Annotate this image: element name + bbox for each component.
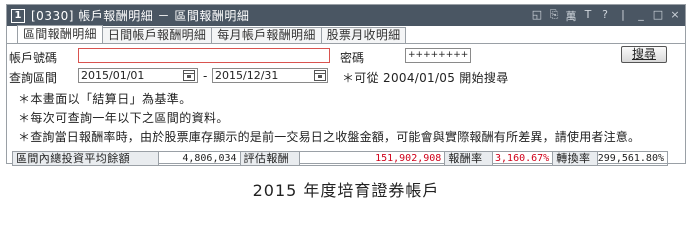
window-number-badge: 1 <box>11 8 25 23</box>
avg-investment-label: 區間內總投資平均餘額 <box>13 152 160 165</box>
tab-range-return[interactable]: 區間報酬明細 <box>17 25 103 43</box>
account-label: 帳戶號碼 <box>9 51 58 65</box>
search-button[interactable]: 搜尋 <box>621 46 667 63</box>
note-query-limit: ＊每次可查詢一年以下之區間的資料。 <box>18 111 229 125</box>
end-calendar-icon[interactable] <box>314 70 326 81</box>
valuation-label: 評估報酬 <box>240 152 300 165</box>
password-input[interactable]: ++++++++ <box>405 48 471 63</box>
range-label: 查詢區間 <box>9 71 58 85</box>
dock-icon[interactable]: ◱ <box>531 8 543 24</box>
tab-bar: 區間報酬明細 日間帳戶報酬明細 每月帳戶報酬明細 股票月收明細 <box>7 25 685 44</box>
start-calendar-icon[interactable] <box>183 70 195 81</box>
account-number-input[interactable] <box>78 48 330 63</box>
tab-daily-return[interactable]: 日間帳戶報酬明細 <box>101 27 213 43</box>
turnover-rate-label: 轉換率 <box>553 152 598 165</box>
help-icon[interactable]: ? <box>599 8 611 24</box>
copy-icon[interactable]: ⎘ <box>548 8 560 24</box>
avg-investment-value: 4,806,034 <box>159 152 241 165</box>
return-rate-label: 報酬率 <box>445 152 493 165</box>
close-icon[interactable]: × <box>669 8 681 24</box>
image-caption: 2015 年度培育證券帳戶 <box>252 181 440 200</box>
valuation-value: 151,902,908 <box>300 152 446 165</box>
lock-icon[interactable]: 萬 <box>565 8 577 24</box>
maximize-icon[interactable]: □ <box>652 8 664 24</box>
minimize-icon[interactable]: _ <box>635 8 647 24</box>
summary-bar: 區間內總投資平均餘額 4,806,034 評估報酬 151,902,908 報酬… <box>12 151 668 166</box>
font-size-icon[interactable]: T <box>582 8 594 24</box>
end-date-input[interactable]: 2015/12/31 <box>212 68 328 83</box>
range-hint: ＊可從 2004/01/05 開始搜尋 <box>342 71 509 85</box>
note-settlement-basis: ＊本畫面以「結算日」為基準。 <box>18 92 192 106</box>
tab-monthly-return[interactable]: 每月帳戶報酬明細 <box>211 27 322 43</box>
window-title: [0330] 帳戶報酬明細 － 區間報酬明細 <box>31 9 250 23</box>
start-date-input[interactable]: 2015/01/01 <box>78 68 198 83</box>
title-bar[interactable]: 1 [0330] 帳戶報酬明細 － 區間報酬明細 ◱ ⎘ 萬 T ? | _ □… <box>7 5 685 26</box>
note-return-disclaimer: ＊查詢當日報酬率時，由於股票庫存顯示的是前一交易日之收盤金額，可能會與實際報酬有… <box>18 130 641 144</box>
return-rate-value: 3,160.67% <box>493 152 554 165</box>
password-label: 密碼 <box>340 51 365 65</box>
window-controls: ◱ ⎘ 萬 T ? | _ □ × <box>531 8 681 24</box>
range-separator: - <box>203 69 208 83</box>
tab-stock-monthly[interactable]: 股票月收明細 <box>320 27 407 43</box>
controls-divider: | <box>621 7 625 21</box>
turnover-rate-value: 299,561.80% <box>597 153 664 164</box>
